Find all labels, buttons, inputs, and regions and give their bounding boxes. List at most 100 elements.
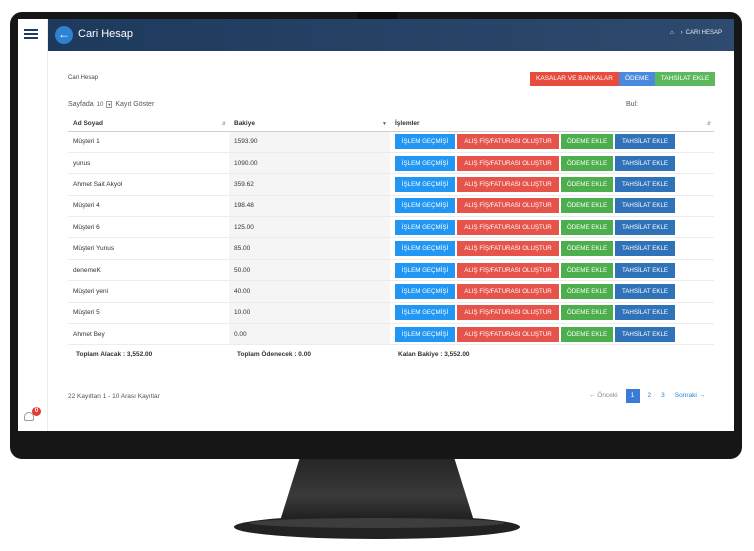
breadcrumb: ⌂ › CARI HESAP <box>670 30 722 36</box>
tahsilat-ekle-row-button[interactable]: TAHSİLAT EKLE <box>615 241 675 257</box>
row-name: Müşteri 6 <box>68 216 229 239</box>
islem-gecmisi-button[interactable]: İŞLEM GEÇMİŞİ <box>395 155 455 171</box>
islem-gecmisi-button[interactable]: İŞLEM GEÇMİŞİ <box>395 262 455 278</box>
odeme-ekle-button[interactable]: ÖDEME EKLE <box>561 262 613 278</box>
pagination-page-2[interactable]: 2 <box>643 389 657 403</box>
table-row: denemeK 50.00 İŞLEM GEÇMİŞİ ALIŞ FİŞ/FATURA… <box>68 259 714 282</box>
notification-indicator[interactable]: 0 <box>24 407 41 424</box>
sort-icon: ⇵ <box>706 121 711 127</box>
breadcrumb-current: CARI HESAP <box>685 30 722 36</box>
odeme-ekle-button[interactable]: ÖDEME EKLE <box>561 155 613 171</box>
row-actions: İŞLEM GEÇMİŞİ ALIŞ FİŞ/FATURASI OLUŞTUR ÖD… <box>390 195 714 218</box>
pagination-next[interactable]: Sonraki → <box>670 389 710 403</box>
kasalar-bankalar-button[interactable]: KASALAR VE BANKALAR <box>530 72 619 86</box>
row-actions: İŞLEM GEÇMİŞİ ALIŞ FİŞ/FATURASI OLUŞTUR ÖD… <box>390 237 714 260</box>
table-info: 22 Kayıttan 1 - 10 Arası Kayıtlar <box>68 393 160 400</box>
tahsilat-ekle-button[interactable]: TAHSİLAT EKLE <box>654 72 716 86</box>
row-balance: 359.62 <box>229 173 390 196</box>
table-row: Müşteri 6 125.00 İŞLEM GEÇMİŞİ ALIŞ FİŞ/FAT… <box>68 216 714 239</box>
islem-gecmisi-button[interactable]: İŞLEM GEÇMİŞİ <box>395 326 455 342</box>
tahsilat-ekle-row-button[interactable]: TAHSİLAT EKLE <box>615 134 675 150</box>
tahsilat-ekle-row-button[interactable]: TAHSİLAT EKLE <box>615 219 675 235</box>
total-receivable: Toplam Alacak : 3,552.00 <box>68 344 229 363</box>
sort-icon: ⇵ <box>221 121 226 127</box>
islem-gecmisi-button[interactable]: İŞLEM GEÇMİŞİ <box>395 219 455 235</box>
home-icon[interactable]: ⌂ <box>670 30 674 36</box>
alis-fatura-olustur-button[interactable]: ALIŞ FİŞ/FATURASI OLUŞTUR <box>457 241 559 257</box>
tahsilat-ekle-row-button[interactable]: TAHSİLAT EKLE <box>615 155 675 171</box>
row-name: Müşteri Yunus <box>68 237 229 260</box>
pagination-page-3[interactable]: 3 <box>656 389 670 403</box>
row-actions: İŞLEM GEÇMİŞİ ALIŞ FİŞ/FATURASI OLUŞTUR ÖD… <box>390 216 714 239</box>
page-length-select[interactable]: 10 ▼ <box>97 101 113 108</box>
alis-fatura-olustur-button[interactable]: ALIŞ FİŞ/FATURASI OLUŞTUR <box>457 155 559 171</box>
table-row: Müşteri 5 10.00 İŞLEM GEÇMİŞİ ALIŞ FİŞ/FATU… <box>68 302 714 325</box>
tahsilat-ekle-row-button[interactable]: TAHSİLAT EKLE <box>615 283 675 299</box>
tahsilat-ekle-row-button[interactable]: TAHSİLAT EKLE <box>615 176 675 192</box>
search-label: Bul: <box>626 101 639 108</box>
row-balance: 1593.90 <box>229 131 390 153</box>
pagination-prev[interactable]: ← Önceki <box>584 389 623 403</box>
page-length-value: 10 <box>96 101 104 108</box>
odeme-ekle-button[interactable]: ÖDEME EKLE <box>561 176 613 192</box>
column-header-ops[interactable]: İşlemler ⇵ <box>390 117 714 132</box>
odeme-ekle-button[interactable]: ÖDEME EKLE <box>561 198 613 214</box>
monitor-stand-base-highlight <box>250 518 504 528</box>
remaining-balance: Kalan Bakiye : 3,552.00 <box>390 344 714 363</box>
odeme-ekle-button[interactable]: ÖDEME EKLE <box>561 241 613 257</box>
page-length-control: Sayfada 10 ▼ Kayıt Göster <box>68 101 154 108</box>
islem-gecmisi-button[interactable]: İŞLEM GEÇMİŞİ <box>395 134 455 150</box>
chevron-down-icon[interactable]: ▼ <box>106 101 113 108</box>
odeme-ekle-button[interactable]: ÖDEME EKLE <box>561 305 613 321</box>
row-balance: 40.00 <box>229 280 390 303</box>
alis-fatura-olustur-button[interactable]: ALIŞ FİŞ/FATURASI OLUŞTUR <box>457 326 559 342</box>
column-ops-label: İşlemler <box>395 120 420 128</box>
row-balance: 50.00 <box>229 259 390 282</box>
alis-fatura-olustur-button[interactable]: ALIŞ FİŞ/FATURASI OLUŞTUR <box>457 219 559 235</box>
alis-fatura-olustur-button[interactable]: ALIŞ FİŞ/FATURASI OLUŞTUR <box>457 305 559 321</box>
notification-count-badge: 0 <box>32 407 41 416</box>
row-balance: 10.00 <box>229 302 390 325</box>
tahsilat-ekle-row-button[interactable]: TAHSİLAT EKLE <box>615 305 675 321</box>
column-balance-label: Bakiye <box>234 120 255 128</box>
row-name: denemeK <box>68 259 229 282</box>
row-balance: 1090.00 <box>229 152 390 175</box>
table-row: Ahmet Sait Akyol 359.62 İŞLEM GEÇMİŞİ ALIŞ … <box>68 173 714 196</box>
row-name: Müşteri yeni <box>68 280 229 303</box>
top-action-buttons: KASALAR VE BANKALAR ÖDEME TAHSİLAT EKLE <box>530 72 716 86</box>
odeme-ekle-button[interactable]: ÖDEME EKLE <box>561 326 613 342</box>
odeme-ekle-button[interactable]: ÖDEME EKLE <box>561 134 613 150</box>
column-header-balance[interactable]: Bakiye ▼ <box>229 117 390 132</box>
alis-fatura-olustur-button[interactable]: ALIŞ FİŞ/FATURASI OLUŞTUR <box>457 176 559 192</box>
islem-gecmisi-button[interactable]: İŞLEM GEÇMİŞİ <box>395 198 455 214</box>
table-body: Müşteri 1 1593.90 İŞLEM GEÇMİŞİ ALIŞ FİŞ/FA… <box>68 131 714 346</box>
tahsilat-ekle-row-button[interactable]: TAHSİLAT EKLE <box>615 326 675 342</box>
tahsilat-ekle-row-button[interactable]: TAHSİLAT EKLE <box>615 198 675 214</box>
column-name-label: Ad Soyad <box>73 120 103 128</box>
row-name: yunus <box>68 152 229 175</box>
alis-fatura-olustur-button[interactable]: ALIŞ FİŞ/FATURASI OLUŞTUR <box>457 262 559 278</box>
islem-gecmisi-button[interactable]: İŞLEM GEÇMİŞİ <box>395 241 455 257</box>
top-header: ← Cari Hesap ⌂ › CARI HESAP <box>48 19 734 51</box>
islem-gecmisi-button[interactable]: İŞLEM GEÇMİŞİ <box>395 283 455 299</box>
row-actions: İŞLEM GEÇMİŞİ ALIŞ FİŞ/FATURASI OLUŞTUR ÖD… <box>390 302 714 325</box>
alis-fatura-olustur-button[interactable]: ALIŞ FİŞ/FATURASI OLUŞTUR <box>457 134 559 150</box>
sidebar: 0 <box>18 19 48 431</box>
table-row: Ahmet Bey 0.00 İŞLEM GEÇMİŞİ ALIŞ FİŞ/FATUR… <box>68 323 714 346</box>
odeme-ekle-button[interactable]: ÖDEME EKLE <box>561 219 613 235</box>
odeme-button[interactable]: ÖDEME <box>618 72 655 86</box>
alis-fatura-olustur-button[interactable]: ALIŞ FİŞ/FATURASI OLUŞTUR <box>457 198 559 214</box>
row-actions: İŞLEM GEÇMİŞİ ALIŞ FİŞ/FATURASI OLUŞTUR ÖD… <box>390 131 714 153</box>
row-actions: İŞLEM GEÇMİŞİ ALIŞ FİŞ/FATURASI OLUŞTUR ÖD… <box>390 259 714 282</box>
page-title: Cari Hesap <box>78 28 134 40</box>
arrow-left-icon[interactable]: ← <box>55 26 73 44</box>
column-header-name[interactable]: Ad Soyad ⇵ <box>68 117 229 132</box>
islem-gecmisi-button[interactable]: İŞLEM GEÇMİŞİ <box>395 176 455 192</box>
odeme-ekle-button[interactable]: ÖDEME EKLE <box>561 283 613 299</box>
islem-gecmisi-button[interactable]: İŞLEM GEÇMİŞİ <box>395 305 455 321</box>
tahsilat-ekle-row-button[interactable]: TAHSİLAT EKLE <box>615 262 675 278</box>
row-actions: İŞLEM GEÇMİŞİ ALIŞ FİŞ/FATURASI OLUŞTUR ÖD… <box>390 280 714 303</box>
alis-fatura-olustur-button[interactable]: ALIŞ FİŞ/FATURASI OLUŞTUR <box>457 283 559 299</box>
hamburger-menu-icon[interactable] <box>24 29 38 41</box>
pagination-page-1[interactable]: 1 <box>625 389 640 403</box>
